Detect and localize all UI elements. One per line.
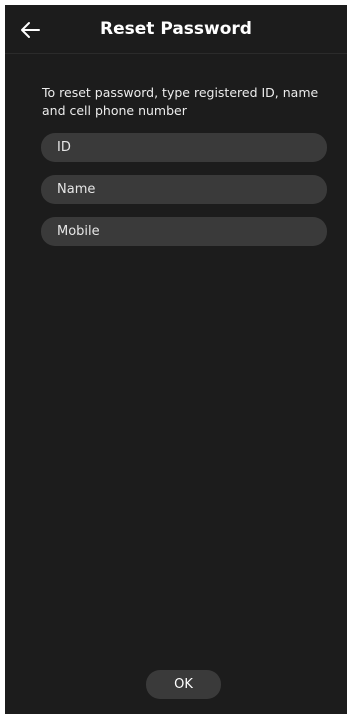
id-input[interactable] xyxy=(41,133,327,162)
name-input[interactable] xyxy=(41,175,327,204)
instruction-text: To reset password, type registered ID, n… xyxy=(42,85,319,118)
reset-password-screen: Reset Password To reset password, type r… xyxy=(5,5,347,714)
ok-button[interactable]: OK xyxy=(146,670,221,699)
mobile-input[interactable] xyxy=(41,217,327,246)
page-title: Reset Password xyxy=(100,19,252,39)
app-header: Reset Password xyxy=(5,5,347,54)
